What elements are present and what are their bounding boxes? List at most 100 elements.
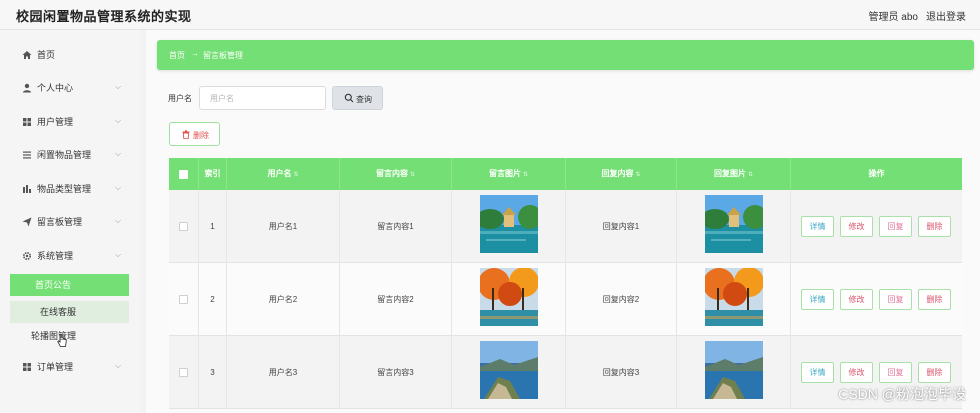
detail-button[interactable]: 详情	[801, 216, 834, 237]
watermark: CSDN @粉泡泡毕设	[838, 386, 966, 402]
detail-button[interactable]: 详情	[801, 289, 834, 310]
sidebar-item-system[interactable]: 系统管理 ⌵	[0, 241, 140, 271]
username-search-input[interactable]	[199, 86, 326, 110]
row-checkbox[interactable]	[179, 368, 188, 377]
reply-button[interactable]: 回复	[879, 362, 912, 383]
sidebar-item-idle-items[interactable]: 闲置物品管理 ⌵	[0, 140, 140, 170]
app-title: 校园闲置物品管理系统的实现	[16, 9, 192, 24]
logout-link[interactable]: 退出登录	[926, 8, 966, 23]
sidebar-item-item-types[interactable]: 物品类型管理 ⌵	[0, 174, 140, 204]
column-header-reply-image[interactable]: 回复图片 ⇅	[677, 158, 791, 190]
message-image-thumbnail[interactable]	[480, 195, 538, 253]
bulk-delete-button[interactable]: 删除	[169, 122, 220, 146]
sidebar-subitem-online-service[interactable]: 在线客服	[10, 301, 129, 323]
column-header-message[interactable]: 留言内容 ⇅	[340, 158, 452, 190]
gear-icon	[22, 251, 32, 261]
cell-message: 留言内容2	[340, 263, 452, 336]
column-header-message-image[interactable]: 留言图片 ⇅	[452, 158, 566, 190]
message-image-thumbnail[interactable]	[480, 268, 538, 326]
cell-message-image	[452, 190, 566, 263]
column-header-select	[169, 158, 199, 190]
reply-image-thumbnail[interactable]	[705, 268, 763, 326]
cell-reply-image	[677, 190, 791, 263]
sidebar-item-label: 个人中心	[37, 83, 74, 93]
cell-actions: 详情 修改 回复 删除	[791, 263, 962, 336]
trash-icon	[182, 130, 190, 139]
username-search-label: 用户名	[168, 94, 192, 103]
edit-button[interactable]: 修改	[840, 216, 873, 237]
cell-message: 留言内容3	[340, 336, 452, 409]
sort-icon: ⇅	[522, 172, 529, 178]
table-row: 1 用户名1 留言内容1 回复内容1 详情 修改 回复 删除	[169, 190, 962, 263]
cell-index: 2	[199, 263, 227, 336]
column-header-index[interactable]: 索引	[199, 158, 227, 190]
reply-button[interactable]: 回复	[879, 216, 912, 237]
cell-username: 用户名2	[227, 263, 340, 336]
cell-message-image	[452, 336, 566, 409]
messages-table: 索引 用户名 ⇅ 留言内容 ⇅ 留言图片 ⇅ 回复内容 ⇅ 回复图片 ⇅ 操作 1 用户名1…	[169, 158, 962, 413]
bulk-delete-label: 删除	[193, 131, 209, 140]
sidebar: 首页 个人中心 ⌵ 用户管理 ⌵ 闲置物品管理 ⌵ 物品类型管理 ⌵ 留言板管理…	[0, 30, 140, 413]
reply-image-thumbnail[interactable]	[705, 341, 763, 399]
sidebar-item-label: 留言板管理	[37, 217, 83, 227]
send-icon	[22, 217, 32, 227]
cell-reply-image	[677, 336, 791, 409]
sidebar-item-label: 用户管理	[37, 117, 74, 127]
cell-message-image	[452, 263, 566, 336]
breadcrumb-arrow-icon: →	[191, 49, 199, 58]
detail-button[interactable]: 详情	[801, 362, 834, 383]
row-checkbox[interactable]	[179, 222, 188, 231]
top-bar: 校园闲置物品管理系统的实现 管理员 abo 退出登录	[0, 0, 980, 30]
grid-icon	[22, 362, 32, 372]
edit-button[interactable]: 修改	[840, 362, 873, 383]
chevron-down-icon: ⌵	[115, 116, 122, 125]
breadcrumb-home[interactable]: 首页	[169, 50, 185, 61]
sidebar-subitem-announcements[interactable]: 首页公告	[10, 274, 129, 296]
cell-reply: 回复内容1	[566, 190, 677, 263]
select-all-checkbox[interactable]	[179, 170, 188, 179]
list-icon	[22, 150, 32, 160]
sidebar-item-message-board[interactable]: 留言板管理 ⌵	[0, 207, 140, 237]
chevron-down-icon: ⌵	[115, 361, 122, 370]
sidebar-item-orders[interactable]: 订单管理 ⌵	[0, 352, 140, 382]
message-image-thumbnail[interactable]	[480, 341, 538, 399]
sort-icon: ⇅	[293, 172, 299, 178]
chevron-up-icon: ⌵	[115, 250, 122, 259]
row-checkbox[interactable]	[179, 295, 188, 304]
cell-select	[169, 263, 199, 336]
chevron-down-icon: ⌵	[115, 149, 122, 158]
sort-icon: ⇅	[635, 172, 641, 178]
home-icon	[22, 50, 32, 60]
column-header-actions: 操作	[868, 169, 885, 178]
column-header-username[interactable]: 用户名 ⇅	[227, 158, 340, 190]
cell-username: 用户名3	[227, 336, 340, 409]
breadcrumb-current: 留言板管理	[203, 51, 243, 60]
delete-button[interactable]: 删除	[918, 362, 951, 383]
cell-reply: 回复内容2	[566, 263, 677, 336]
table-row: 2 用户名2 留言内容2 回复内容2 详情 修改 回复 删除	[169, 263, 962, 336]
table-header: 索引 用户名 ⇅ 留言内容 ⇅ 留言图片 ⇅ 回复内容 ⇅ 回复图片 ⇅ 操作	[169, 158, 962, 190]
delete-button[interactable]: 删除	[918, 216, 951, 237]
cell-username: 用户名1	[227, 190, 340, 263]
cell-actions: 详情 修改 回复 删除	[791, 190, 962, 263]
search-button[interactable]: 查询	[332, 86, 383, 110]
sidebar-item-profile[interactable]: 个人中心 ⌵	[0, 73, 140, 103]
cell-select	[169, 336, 199, 409]
sidebar-item-label: 首页	[37, 50, 56, 60]
search-icon	[344, 93, 354, 103]
bar-chart-icon	[22, 184, 32, 194]
sidebar-item-home[interactable]: 首页	[0, 40, 140, 70]
chevron-down-icon: ⌵	[115, 183, 122, 192]
sidebar-item-users[interactable]: 用户管理 ⌵	[0, 107, 140, 137]
current-user-label: 管理员 abo	[868, 12, 918, 23]
cell-select	[169, 190, 199, 263]
main-content: 首页 → 留言板管理 用户名 查询 删除 索引 用户名⇅ 留言内容⇅ 留言图片⇅…	[146, 30, 980, 413]
reply-image-thumbnail[interactable]	[705, 195, 763, 253]
search-button-label: 查询	[356, 95, 372, 104]
column-header-reply[interactable]: 回复内容 ⇅	[566, 158, 677, 190]
sidebar-subitem-carousel[interactable]: 轮播图管理	[0, 325, 140, 347]
cell-reply: 回复内容3	[566, 336, 677, 409]
delete-button[interactable]: 删除	[918, 289, 951, 310]
edit-button[interactable]: 修改	[840, 289, 873, 310]
reply-button[interactable]: 回复	[879, 289, 912, 310]
